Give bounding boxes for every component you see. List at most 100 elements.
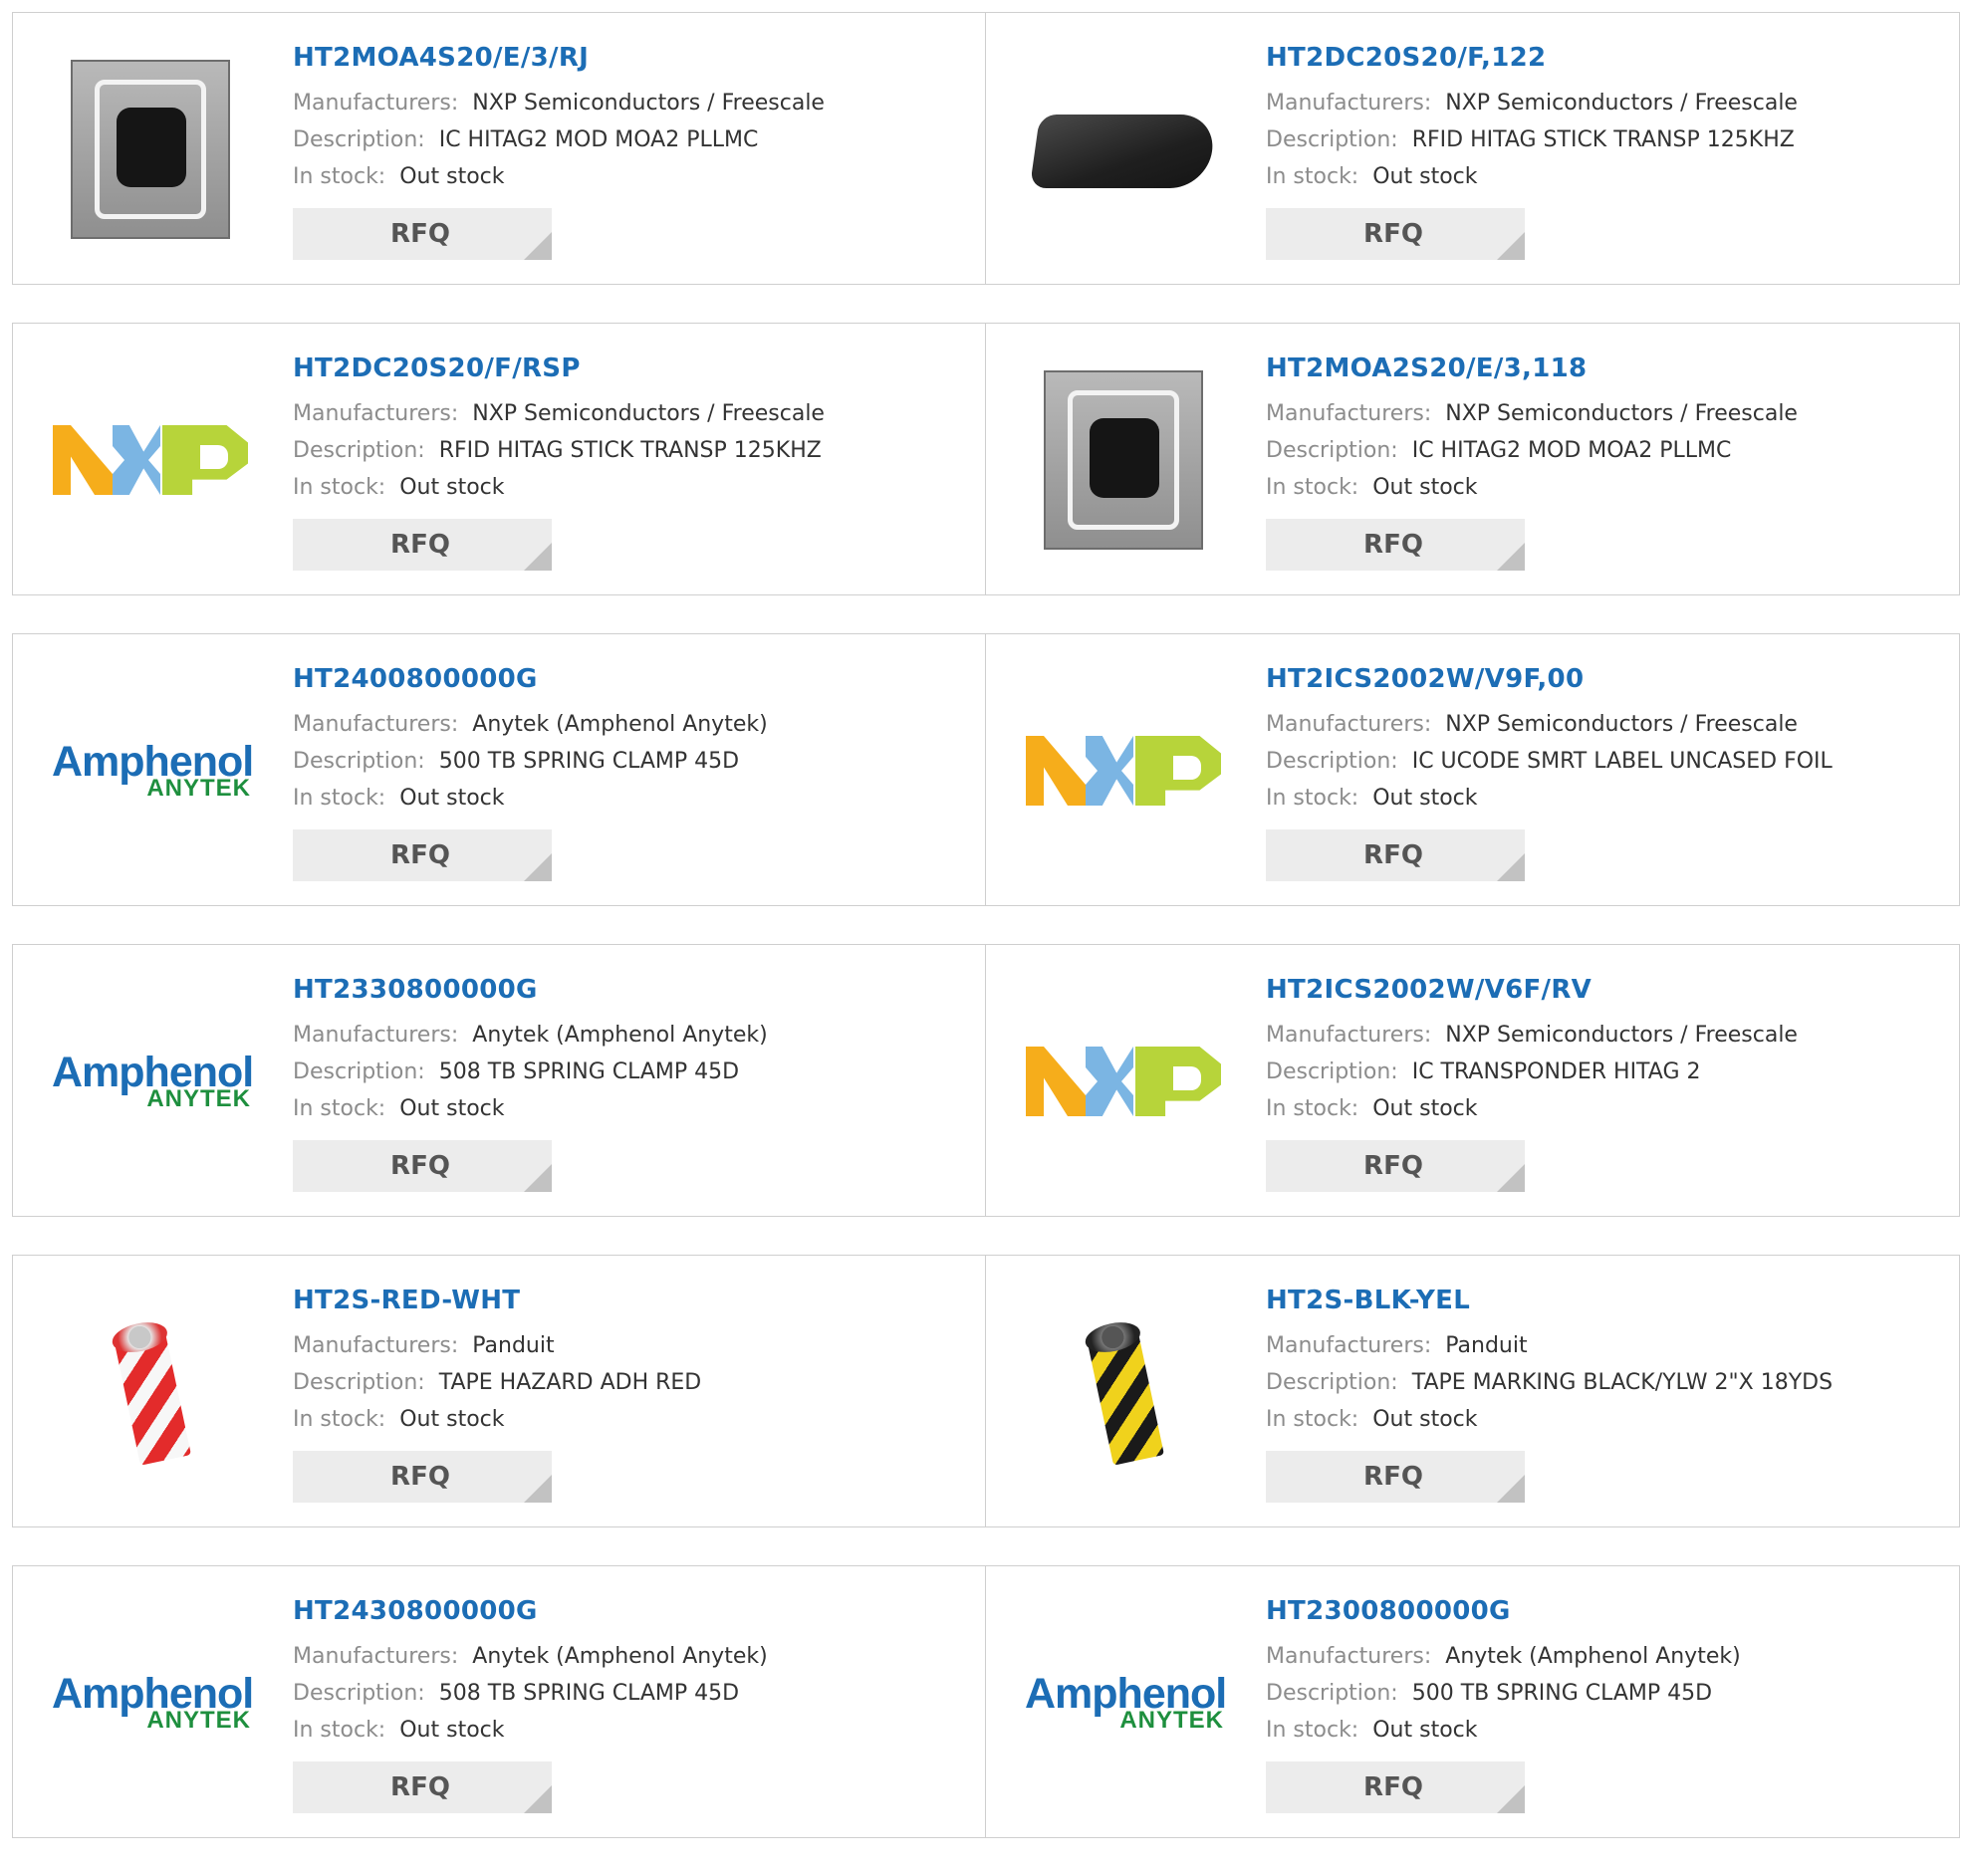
manufacturer-label: Manufacturers: (293, 1333, 459, 1358)
part-number-link[interactable]: HT2400800000G (293, 662, 965, 696)
rfq-button-label: RFQ (1363, 530, 1423, 560)
rfq-button-label: RFQ (390, 1772, 450, 1802)
stock-label: In stock: (1266, 1096, 1359, 1121)
stock-value: Out stock (1372, 1718, 1478, 1743)
stock-value: Out stock (399, 1096, 505, 1121)
part-number-link[interactable]: HT2DC20S20/F/RSP (293, 352, 965, 385)
product-image[interactable]: Amphenol ANYTEK (1024, 1603, 1227, 1802)
description-value: 500 TB SPRING CLAMP 45D (438, 749, 740, 774)
product-card: HT2ICS2002W/V9F,00 Manufacturers: NXP Sem… (986, 633, 1960, 906)
rfq-button[interactable]: RFQ (293, 1451, 552, 1503)
stock-value: Out stock (1372, 786, 1478, 811)
chip-module-image (1044, 370, 1203, 550)
manufacturer-label: Manufacturers: (293, 401, 459, 426)
rfq-button[interactable]: RFQ (293, 1761, 552, 1813)
description-value: RFID HITAG STICK TRANSP 125KHZ (1411, 127, 1795, 152)
stock-value: Out stock (399, 786, 505, 811)
rfq-button-label: RFQ (1363, 1151, 1423, 1181)
product-row: Amphenol ANYTEK HT2400800000G Manufacture… (12, 633, 1960, 906)
description-value: 500 TB SPRING CLAMP 45D (1411, 1681, 1713, 1706)
manufacturer-line: Manufacturers: Anytek (Amphenol Anytek) (293, 1017, 965, 1054)
stock-label: In stock: (1266, 1407, 1359, 1432)
part-number-link[interactable]: HT2DC20S20/F,122 (1266, 41, 1939, 75)
stock-line: In stock: Out stock (293, 1712, 965, 1749)
manufacturer-line: Manufacturers: NXP Semiconductors / Frees… (293, 395, 965, 432)
transponder-stick-image (1029, 107, 1218, 192)
amphenol-anytek-logo: Amphenol ANYTEK (52, 1049, 254, 1112)
rfq-button[interactable]: RFQ (1266, 1761, 1525, 1813)
stock-line: In stock: Out stock (1266, 1712, 1939, 1749)
product-image[interactable] (1024, 1292, 1223, 1492)
rfq-button-label: RFQ (390, 530, 450, 560)
product-row: Amphenol ANYTEK HT2430800000G Manufacture… (12, 1565, 1960, 1838)
rfq-button[interactable]: RFQ (1266, 519, 1525, 571)
manufacturer-line: Manufacturers: NXP Semiconductors / Frees… (293, 85, 965, 121)
description-value: TAPE HAZARD ADH RED (438, 1370, 702, 1395)
manufacturer-label: Manufacturers: (1266, 401, 1432, 426)
nxp-logo (1024, 730, 1223, 812)
rfq-button[interactable]: RFQ (1266, 1451, 1525, 1503)
product-image[interactable] (1024, 671, 1223, 870)
rfq-button-label: RFQ (1363, 840, 1423, 870)
product-image[interactable] (51, 360, 250, 560)
description-label: Description: (293, 1681, 425, 1706)
description-line: Description: RFID HITAG STICK TRANSP 125K… (293, 432, 965, 469)
product-grid: HT2MOA4S20/E/3/RJ Manufacturers: NXP Semi… (12, 12, 1960, 1876)
product-image[interactable]: Amphenol ANYTEK (51, 982, 254, 1181)
stock-label: In stock: (293, 475, 386, 500)
part-number-link[interactable]: HT2ICS2002W/V6F/RV (1266, 973, 1939, 1007)
stock-label: In stock: (1266, 1718, 1359, 1743)
description-line: Description: 508 TB SPRING CLAMP 45D (293, 1675, 965, 1712)
manufacturer-label: Manufacturers: (293, 1023, 459, 1048)
description-line: Description: TAPE HAZARD ADH RED (293, 1364, 965, 1401)
manufacturer-line: Manufacturers: NXP Semiconductors / Frees… (1266, 1017, 1939, 1054)
manufacturer-value: NXP Semiconductors / Freescale (1445, 712, 1798, 737)
product-image[interactable] (1024, 50, 1223, 249)
stock-label: In stock: (293, 1407, 386, 1432)
description-label: Description: (293, 1059, 425, 1084)
manufacturer-value: Panduit (472, 1333, 555, 1358)
manufacturer-line: Manufacturers: NXP Semiconductors / Frees… (1266, 706, 1939, 743)
part-number-link[interactable]: HT2S-RED-WHT (293, 1284, 965, 1317)
description-value: 508 TB SPRING CLAMP 45D (438, 1059, 740, 1084)
chip-module-image (71, 60, 230, 239)
part-number-link[interactable]: HT2330800000G (293, 973, 965, 1007)
stock-label: In stock: (293, 164, 386, 189)
stock-line: In stock: Out stock (293, 1401, 965, 1438)
corner-triangle-icon (524, 853, 552, 881)
rfq-button[interactable]: RFQ (1266, 208, 1525, 260)
stock-value: Out stock (1372, 164, 1478, 189)
manufacturer-line: Manufacturers: Anytek (Amphenol Anytek) (293, 1638, 965, 1675)
rfq-button[interactable]: RFQ (293, 829, 552, 881)
description-line: Description: RFID HITAG STICK TRANSP 125K… (1266, 121, 1939, 158)
rfq-button[interactable]: RFQ (293, 1140, 552, 1192)
manufacturer-value: Anytek (Amphenol Anytek) (472, 1644, 768, 1669)
product-card: HT2MOA4S20/E/3/RJ Manufacturers: NXP Semi… (12, 12, 986, 285)
nxp-logo (51, 419, 250, 501)
part-number-link[interactable]: HT2430800000G (293, 1594, 965, 1628)
product-image[interactable] (51, 1292, 250, 1492)
description-label: Description: (1266, 438, 1398, 463)
stock-value: Out stock (399, 475, 505, 500)
product-image[interactable]: Amphenol ANYTEK (51, 1603, 254, 1802)
part-number-link[interactable]: HT2300800000G (1266, 1594, 1939, 1628)
manufacturer-value: NXP Semiconductors / Freescale (1445, 1023, 1798, 1048)
manufacturer-label: Manufacturers: (293, 712, 459, 737)
product-image[interactable] (1024, 360, 1223, 560)
product-image[interactable] (1024, 982, 1223, 1181)
rfq-button[interactable]: RFQ (293, 519, 552, 571)
rfq-button[interactable]: RFQ (1266, 829, 1525, 881)
description-label: Description: (1266, 1370, 1398, 1395)
part-number-link[interactable]: HT2ICS2002W/V9F,00 (1266, 662, 1939, 696)
part-number-link[interactable]: HT2S-BLK-YEL (1266, 1284, 1939, 1317)
manufacturer-value: Anytek (Amphenol Anytek) (472, 1023, 768, 1048)
part-number-link[interactable]: HT2MOA2S20/E/3,118 (1266, 352, 1939, 385)
rfq-button[interactable]: RFQ (293, 208, 552, 260)
product-image[interactable]: Amphenol ANYTEK (51, 671, 254, 870)
product-card: Amphenol ANYTEK HT2430800000G Manufacture… (12, 1565, 986, 1838)
part-number-link[interactable]: HT2MOA4S20/E/3/RJ (293, 41, 965, 75)
rfq-button[interactable]: RFQ (1266, 1140, 1525, 1192)
product-image[interactable] (51, 50, 250, 249)
nxp-logo (1024, 1041, 1223, 1122)
description-label: Description: (1266, 749, 1398, 774)
